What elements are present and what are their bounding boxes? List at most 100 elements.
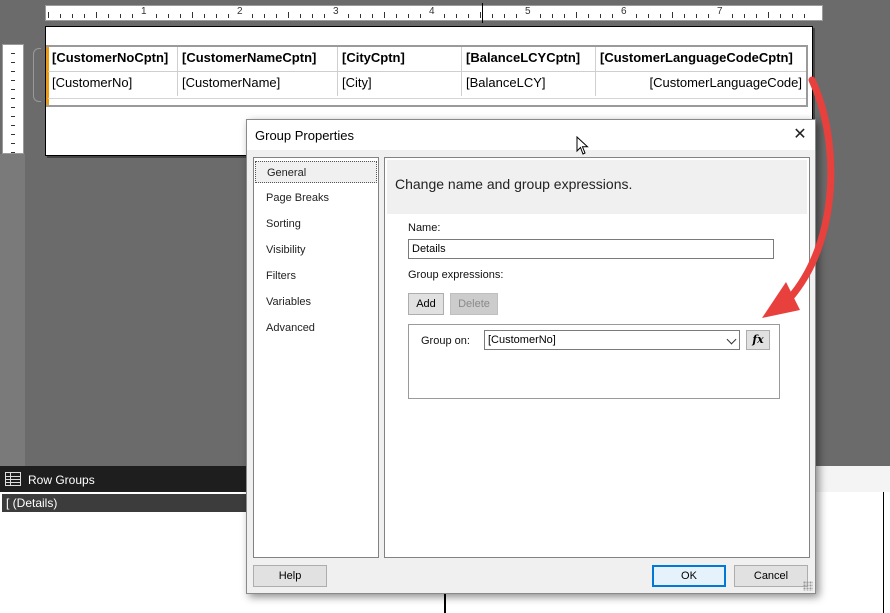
ruler-tick xyxy=(11,107,15,108)
details-cell[interactable]: [CustomerLanguageCode] xyxy=(596,72,806,96)
ruler-tick xyxy=(48,12,49,18)
expression-fx-button[interactable]: fx xyxy=(746,330,770,350)
ruler-tick xyxy=(672,12,673,18)
nav-item-general[interactable]: General xyxy=(255,161,377,183)
ruler-tick xyxy=(252,14,253,18)
ruler-tick xyxy=(84,14,85,18)
ruler-position-marker xyxy=(482,3,483,23)
delete-button[interactable]: Delete xyxy=(450,293,498,315)
ruler-tick xyxy=(600,14,601,18)
nav-item-visibility[interactable]: Visibility xyxy=(255,239,377,261)
ruler-tick xyxy=(708,14,709,18)
ruler-tick xyxy=(120,14,121,18)
ruler-tick xyxy=(11,116,15,117)
row-group-bracket xyxy=(33,48,41,102)
nav-item-variables[interactable]: Variables xyxy=(255,291,377,313)
ruler-tick xyxy=(300,14,301,18)
details-cell[interactable]: [CustomerNo] xyxy=(48,72,178,96)
ruler-tick xyxy=(504,14,505,18)
ruler-tick xyxy=(276,14,277,18)
ruler-tick xyxy=(11,143,15,144)
header-cell[interactable]: [BalanceLCYCptn] xyxy=(462,47,596,71)
ruler-tick xyxy=(444,14,445,18)
content-heading: Change name and group expressions. xyxy=(395,176,633,192)
nav-item-page-breaks[interactable]: Page Breaks xyxy=(255,187,377,209)
ruler-tick xyxy=(11,62,15,63)
dialog-nav-list: General Page Breaks Sorting Visibility F… xyxy=(253,157,379,558)
header-cell[interactable]: [CustomerNameCptn] xyxy=(178,47,338,71)
close-icon[interactable]: ✕ xyxy=(789,124,811,146)
ruler-tick xyxy=(11,98,15,99)
ruler-number: 7 xyxy=(717,6,723,17)
ruler-tick xyxy=(192,12,193,18)
ruler-tick xyxy=(660,14,661,18)
group-expressions-label: Group expressions: xyxy=(408,269,504,281)
pane-border xyxy=(883,492,884,613)
ruler-tick xyxy=(216,14,217,18)
name-input[interactable] xyxy=(408,239,774,259)
details-cell[interactable]: [CustomerName] xyxy=(178,72,338,96)
dialog-title-bar[interactable]: Group Properties ✕ xyxy=(247,120,815,150)
ruler-tick xyxy=(780,14,781,18)
ruler-tick xyxy=(168,14,169,18)
ruler-tick xyxy=(684,14,685,18)
ruler-number: 1 xyxy=(141,6,147,17)
header-cell[interactable]: [CustomerNoCptn] xyxy=(48,47,178,71)
details-cell[interactable]: [BalanceLCY] xyxy=(462,72,596,96)
ruler-tick xyxy=(204,14,205,18)
ruler-tick xyxy=(804,14,805,18)
content-header: Change name and group expressions. xyxy=(387,160,807,214)
ruler-tick xyxy=(768,12,769,18)
ruler-tick xyxy=(516,14,517,18)
table-icon xyxy=(5,472,21,486)
chevron-down-icon xyxy=(726,334,737,345)
tablix[interactable]: [CustomerNoCptn] [CustomerNameCptn] [Cit… xyxy=(46,45,808,107)
name-label: Name: xyxy=(408,222,441,234)
details-cell[interactable]: [City] xyxy=(338,72,462,96)
ruler-tick xyxy=(648,14,649,18)
ruler-tick xyxy=(792,14,793,18)
ruler-tick xyxy=(11,152,15,153)
mouse-cursor-icon xyxy=(576,136,589,155)
tablix-details-row: [CustomerNo] [CustomerName] [City] [Bala… xyxy=(48,71,806,96)
nav-item-filters[interactable]: Filters xyxy=(255,265,377,287)
ruler-tick xyxy=(612,14,613,18)
vertical-ruler-strip xyxy=(0,154,25,466)
ruler-tick xyxy=(420,14,421,18)
ruler-tick xyxy=(480,12,481,18)
group-on-select[interactable]: [CustomerNo] xyxy=(484,330,740,350)
dialog-content-panel: Change name and group expressions. Name:… xyxy=(384,157,810,558)
group-expressions-list: Group on: [CustomerNo] fx xyxy=(408,324,780,399)
add-button[interactable]: Add xyxy=(408,293,444,315)
row-group-item-details[interactable]: [ (Details) xyxy=(2,494,246,512)
ruler-tick xyxy=(384,12,385,18)
nav-item-advanced[interactable]: Advanced xyxy=(255,317,377,339)
column-groups-header-bar xyxy=(816,466,890,492)
ruler-tick xyxy=(11,71,15,72)
resize-grip-icon[interactable] xyxy=(803,581,813,591)
ruler-tick xyxy=(11,134,15,135)
ruler-tick xyxy=(264,14,265,18)
ruler-tick xyxy=(372,14,373,18)
ruler-tick xyxy=(11,125,15,126)
ruler-tick xyxy=(11,53,15,54)
ruler-tick xyxy=(540,14,541,18)
nav-item-sorting[interactable]: Sorting xyxy=(255,213,377,235)
ruler-number: 6 xyxy=(621,6,627,17)
ruler-tick xyxy=(228,14,229,18)
ruler-tick xyxy=(696,14,697,18)
ok-button[interactable]: OK xyxy=(652,565,726,587)
ruler-tick xyxy=(288,12,289,18)
ruler-tick xyxy=(492,14,493,18)
help-button[interactable]: Help xyxy=(253,565,327,587)
pane-divider[interactable] xyxy=(444,592,446,613)
cancel-button[interactable]: Cancel xyxy=(734,565,808,587)
ruler-tick xyxy=(156,14,157,18)
ruler-tick xyxy=(564,14,565,18)
header-cell[interactable]: [CustomerLanguageCodeCptn] xyxy=(596,47,806,71)
header-cell[interactable]: [CityCptn] xyxy=(338,47,462,71)
horizontal-ruler: 1 2 3 4 5 6 7 xyxy=(45,3,823,23)
ruler-tick xyxy=(312,14,313,18)
ruler-tick xyxy=(96,12,97,18)
dialog-title: Group Properties xyxy=(255,128,354,143)
